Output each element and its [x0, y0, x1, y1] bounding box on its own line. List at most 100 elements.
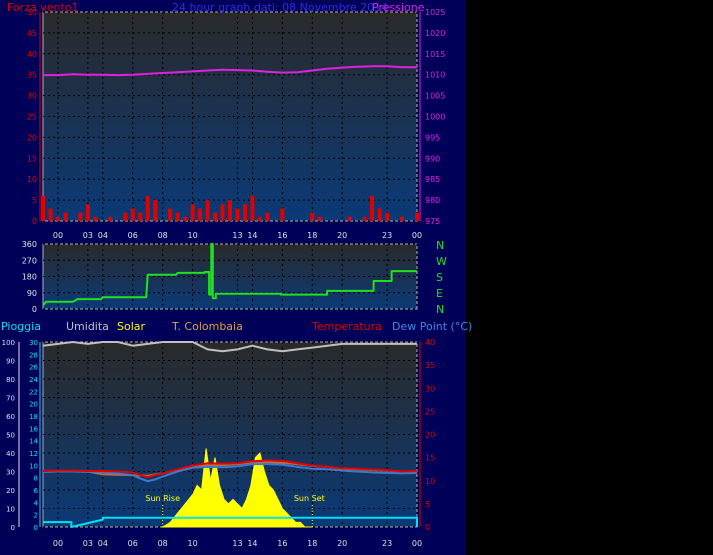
- temp-x-tick-8: 16: [277, 539, 287, 548]
- wind-bar-0: [41, 195, 45, 221]
- rain-y-tick-11: 22: [29, 388, 38, 396]
- chart-svg: 0510152025303540455097598098599099510001…: [2, 8, 446, 548]
- wind-bar-12: [130, 208, 135, 221]
- wind-x-tick-12: 00: [412, 231, 422, 240]
- temp-x-tick-5: 10: [188, 539, 198, 548]
- wind-x-tick-7: 14: [247, 231, 257, 240]
- temp-x-tick-7: 14: [247, 539, 257, 548]
- temp-x-tick-11: 23: [382, 539, 392, 548]
- pressure-y-tick-7: 1010: [425, 71, 445, 80]
- temp-x-tick-3: 06: [128, 539, 138, 548]
- pressure-y-tick-8: 1015: [425, 50, 445, 59]
- rain-y-tick-0: 0: [34, 524, 38, 532]
- wind-bar-5: [78, 212, 83, 221]
- pressure-y-tick-3: 990: [425, 154, 440, 163]
- wind-bar-14: [145, 195, 150, 221]
- rain-y-tick-12: 24: [29, 376, 38, 384]
- compass-e: E: [436, 287, 443, 300]
- wind-bar-2: [55, 216, 60, 221]
- rain-y-tick-9: 18: [29, 413, 38, 421]
- direction-y-tick-2: 180: [22, 273, 37, 282]
- temp-y-tick-4: 20: [425, 431, 435, 440]
- temp-x-tick-9: 18: [307, 539, 317, 548]
- temp-x-tick-0: 00: [53, 539, 63, 548]
- direction-y-tick-3: 270: [22, 256, 37, 265]
- wind-y-tick-9: 45: [27, 29, 37, 38]
- wind-bar-17: [168, 208, 173, 221]
- wind-bar-28: [250, 195, 255, 221]
- temp-y-tick-7: 35: [425, 361, 435, 370]
- humidity-y-tick-4: 40: [6, 450, 15, 458]
- wind-y-tick-8: 40: [27, 50, 37, 59]
- rain-y-tick-15: 30: [29, 339, 38, 347]
- wind-y-tick-1: 5: [32, 196, 37, 205]
- wind-x-tick-9: 18: [307, 231, 317, 240]
- wind-bar-41: [347, 216, 352, 221]
- pressure-y-tick-10: 1025: [425, 8, 445, 17]
- wind-bar-23: [213, 212, 218, 221]
- wind-bar-26: [235, 208, 240, 221]
- wind-bar-7: [93, 216, 98, 221]
- wind-bar-45: [377, 208, 382, 221]
- wind-bar-50: [415, 212, 419, 221]
- rain-y-tick-14: 28: [29, 351, 38, 359]
- temp-x-tick-4: 08: [158, 539, 168, 548]
- wind-y-tick-0: 0: [32, 217, 37, 226]
- compass-w: W: [436, 255, 447, 268]
- wind-x-tick-4: 08: [158, 231, 168, 240]
- wind-bar-18: [175, 212, 180, 221]
- wind-x-tick-0: 00: [53, 231, 63, 240]
- humidity-y-tick-1: 10: [6, 506, 15, 514]
- humidity-y-tick-5: 50: [6, 432, 15, 440]
- rain-y-tick-8: 16: [29, 425, 38, 433]
- wind-x-tick-3: 06: [128, 231, 138, 240]
- wind-y-tick-3: 15: [27, 154, 37, 163]
- wind-bar-46: [385, 212, 390, 221]
- rain-y-tick-5: 10: [29, 462, 38, 470]
- legend-colombaia: T. Colombaia: [172, 320, 243, 333]
- wind-bar-24: [220, 204, 225, 221]
- direction-y-tick-4: 360: [22, 240, 37, 249]
- wind-x-tick-10: 20: [337, 231, 347, 240]
- temp-y-tick-2: 10: [425, 477, 435, 486]
- wind-bar-21: [198, 208, 203, 221]
- compass-s: S: [436, 271, 443, 284]
- weather-graph: 0 5 10 15 20 25 30 35 40 45 50 975 980 985 990 995 1000 1…: [0, 0, 713, 555]
- wind-bar-19: [183, 216, 188, 221]
- wind-y-tick-6: 30: [27, 92, 37, 101]
- pressure-y-tick-4: 995: [425, 133, 440, 142]
- wind-bar-37: [317, 216, 322, 221]
- rain-y-tick-1: 2: [34, 512, 38, 520]
- rain-y-tick-6: 12: [29, 450, 38, 458]
- temp-x-tick-12: 00: [412, 539, 422, 548]
- temp-y-tick-0: 0: [425, 523, 430, 532]
- compass-n-bottom: N: [436, 303, 445, 316]
- wind-x-tick-11: 23: [382, 231, 392, 240]
- temp-x-tick-2: 04: [98, 539, 108, 548]
- rain-y-tick-7: 14: [29, 438, 38, 446]
- wind-bar-22: [205, 200, 210, 221]
- wind-label: Forza vento1: [7, 1, 79, 14]
- humidity-y-tick-0: 0: [11, 524, 15, 532]
- temp-x-tick-6: 13: [232, 539, 242, 548]
- wind-bar-15: [153, 200, 158, 221]
- rain-y-tick-10: 20: [29, 401, 38, 409]
- pressure-y-tick-1: 980: [425, 196, 440, 205]
- wind-bar-13: [138, 212, 143, 221]
- temp-y-tick-1: 5: [425, 500, 430, 509]
- humidity-y-tick-7: 70: [6, 395, 15, 403]
- pressure-label: Pressione: [372, 1, 425, 14]
- pressure-y-tick-9: 1020: [425, 29, 445, 38]
- temp-y-tick-5: 25: [425, 407, 435, 416]
- wind-bar-27: [242, 204, 247, 221]
- wind-x-tick-1: 03: [83, 231, 93, 240]
- temp-x-tick-10: 20: [337, 539, 347, 548]
- wind-bar-36: [310, 212, 315, 221]
- wind-bar-44: [370, 195, 375, 221]
- temp-x-tick-1: 03: [83, 539, 93, 548]
- humidity-y-tick-2: 20: [6, 487, 15, 495]
- legend-solar: Solar: [117, 320, 146, 333]
- rain-y-tick-13: 26: [29, 364, 38, 372]
- wind-y-tick-5: 25: [27, 113, 37, 122]
- wind-bar-9: [108, 216, 113, 221]
